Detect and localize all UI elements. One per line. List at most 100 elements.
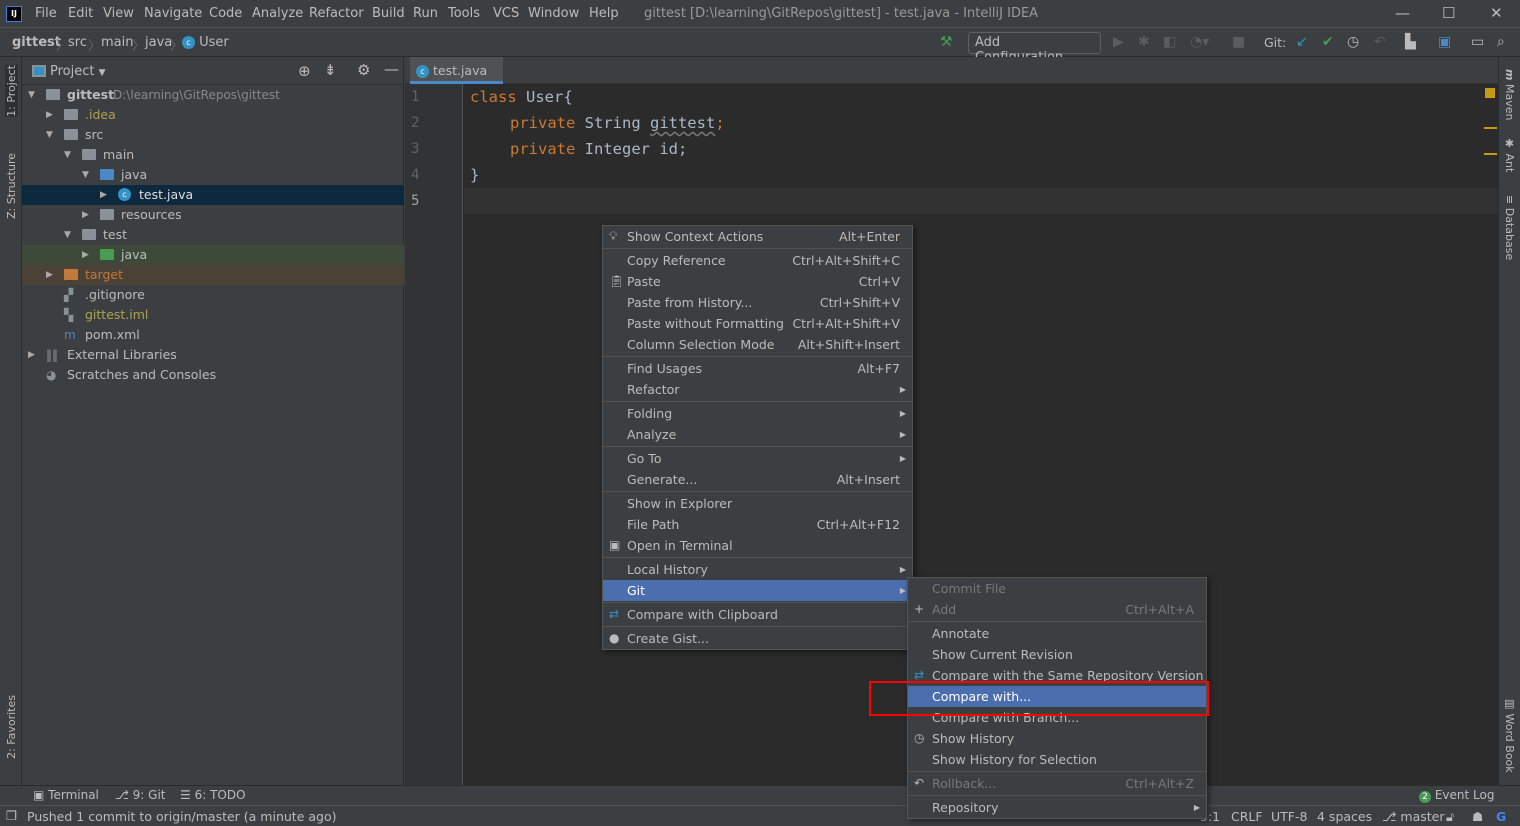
expand-arrow-icon[interactable]: ▼	[64, 225, 71, 245]
maven-tool-tab[interactable]: m Maven	[1503, 69, 1516, 120]
tree-item[interactable]: ▼ test	[22, 225, 404, 245]
expand-arrow-icon[interactable]: ▶	[100, 185, 107, 205]
project-view-dropdown[interactable]: Project ▼	[50, 64, 106, 79]
git-history-icon[interactable]: ◷	[1347, 34, 1359, 50]
menu-item-git[interactable]: Git ▶	[603, 580, 912, 601]
git-tool-tab[interactable]: ⎇ 9: Git	[115, 788, 166, 802]
close-button[interactable]: ✕	[1490, 4, 1503, 22]
inspection-warning-icon[interactable]	[1485, 88, 1495, 98]
project-tool-tab[interactable]: 1: Project	[5, 65, 18, 117]
coverage-icon[interactable]: ◧	[1163, 34, 1176, 50]
tree-item[interactable]: ▼ gittest D:\learning\GitRepos\gittest	[22, 85, 404, 105]
menu-item-show-current-revision[interactable]: Show Current Revision	[908, 644, 1206, 665]
menu-file[interactable]: File	[35, 6, 57, 21]
expand-arrow-icon[interactable]: ▶	[82, 245, 89, 265]
git-update-icon[interactable]: ↙	[1296, 34, 1308, 50]
code-line-1[interactable]: class User{	[470, 88, 573, 106]
menu-item-create-gist[interactable]: ● Create Gist...	[603, 628, 912, 649]
expand-arrow-icon[interactable]: ▶	[46, 265, 53, 285]
menu-item-compare-with-clipboard[interactable]: ⇄ Compare with Clipboard	[603, 604, 912, 625]
maximize-button[interactable]: ☐	[1442, 4, 1455, 22]
menu-code[interactable]: Code	[209, 6, 242, 21]
git-commit-icon[interactable]: ✔	[1322, 34, 1334, 50]
menu-item-show-in-explorer[interactable]: Show in Explorer	[603, 493, 912, 514]
menu-item-copy-reference[interactable]: Copy Reference Ctrl+Alt+Shift+C	[603, 250, 912, 271]
word-book-tool-tab[interactable]: ▤ Word Book	[1503, 697, 1516, 773]
menu-item-go-to[interactable]: Go To ▶	[603, 448, 912, 469]
warning-stripe[interactable]	[1484, 127, 1497, 129]
menu-item-repository[interactable]: Repository ▶	[908, 797, 1206, 818]
menu-item-show-history-for-selection[interactable]: Show History for Selection	[908, 749, 1206, 770]
add-configuration-button[interactable]: Add Configuration...	[968, 32, 1101, 65]
favorites-tool-tab[interactable]: 2: Favorites	[5, 695, 18, 759]
line-separator[interactable]: CRLF	[1231, 809, 1263, 824]
menu-item-paste-from-history[interactable]: Paste from History... Ctrl+Shift+V	[603, 292, 912, 313]
tree-item[interactable]: ▶ ‖‖ External Libraries	[22, 345, 404, 365]
menu-item-folding[interactable]: Folding ▶	[603, 403, 912, 424]
tree-item[interactable]: ▼ main	[22, 145, 404, 165]
code-line-3[interactable]: private Integer id;	[510, 140, 687, 158]
git-branch-widget[interactable]: ⎇ master	[1382, 809, 1444, 824]
expand-arrow-icon[interactable]: ▼	[64, 145, 71, 165]
hide-icon[interactable]: —	[384, 60, 399, 78]
code-line-4[interactable]: }	[470, 166, 479, 184]
menu-item-rollback[interactable]: ↶ Rollback... Ctrl+Alt+Z	[908, 773, 1206, 794]
inspector-icon[interactable]: ☗	[1472, 809, 1483, 824]
expand-arrow-icon[interactable]: ▶	[82, 205, 89, 225]
translate-icon[interactable]: ▣	[1438, 34, 1451, 50]
toggle-tool-windows-icon[interactable]: ❐	[6, 808, 17, 823]
menu-item-paste-without-formatting[interactable]: Paste without Formatting Ctrl+Alt+Shift+V	[603, 313, 912, 334]
presentation-icon[interactable]: ▭	[1471, 34, 1484, 50]
tree-item[interactable]: ▚ gittest.iml	[22, 305, 404, 325]
expand-arrow-icon[interactable]: ▼	[82, 165, 89, 185]
tree-item[interactable]: ▶ c test.java	[22, 185, 404, 205]
menu-tools[interactable]: Tools	[448, 6, 480, 21]
tree-item[interactable]: ▶ resources	[22, 205, 404, 225]
database-tool-tab[interactable]: ≡ Database	[1503, 195, 1516, 260]
profile-icon[interactable]: ◔▾	[1190, 34, 1209, 50]
code-line-2[interactable]: private String gittest;	[510, 114, 725, 132]
menu-item-commit-file[interactable]: Commit File	[908, 578, 1206, 599]
run-icon[interactable]: ▶	[1113, 34, 1124, 50]
tree-item[interactable]: ◕ Scratches and Consoles	[22, 365, 404, 385]
menu-refactor[interactable]: Refactor	[309, 6, 364, 21]
search-icon[interactable]: ⌕	[1497, 34, 1505, 50]
menu-item-find-usages[interactable]: Find Usages Alt+F7	[603, 358, 912, 379]
tree-item[interactable]: ▼ java	[22, 165, 404, 185]
expand-arrow-icon[interactable]: ▼	[28, 85, 35, 105]
tree-item[interactable]: ▶ .idea	[22, 105, 404, 125]
menu-item-analyze[interactable]: Analyze ▶	[603, 424, 912, 445]
warning-stripe[interactable]	[1484, 153, 1497, 155]
menu-item-show-history[interactable]: ◷ Show History	[908, 728, 1206, 749]
collapse-all-icon[interactable]: ⇟	[324, 61, 337, 79]
menu-navigate[interactable]: Navigate	[144, 6, 202, 21]
git-rollback-icon[interactable]: ↶	[1374, 34, 1386, 50]
breadcrumb-java[interactable]: java	[145, 35, 172, 50]
project-structure-icon[interactable]: ▙	[1405, 34, 1416, 50]
menu-run[interactable]: Run	[413, 6, 438, 21]
event-log-tool-tab[interactable]: 2 Event Log	[1419, 788, 1494, 803]
expand-arrow-icon[interactable]: ▶	[46, 105, 53, 125]
menu-item-local-history[interactable]: Local History ▶	[603, 559, 912, 580]
locate-icon[interactable]: ⊕	[298, 62, 311, 80]
tree-item[interactable]: ▼ src	[22, 125, 404, 145]
menu-item-refactor[interactable]: Refactor ▶	[603, 379, 912, 400]
structure-tool-tab[interactable]: Z: Structure	[5, 153, 18, 219]
menu-item-generate[interactable]: Generate... Alt+Insert	[603, 469, 912, 490]
menu-analyze[interactable]: Analyze	[252, 6, 303, 21]
menu-item-paste[interactable]: 📋︎ Paste Ctrl+V	[603, 271, 912, 292]
google-icon[interactable]: G	[1496, 809, 1506, 824]
menu-item-add[interactable]: + Add Ctrl+Alt+A	[908, 599, 1206, 620]
ant-tool-tab[interactable]: ✱ Ant	[1503, 137, 1516, 172]
menu-build[interactable]: Build	[372, 6, 405, 21]
menu-item-open-in-terminal[interactable]: ▣ Open in Terminal	[603, 535, 912, 556]
breadcrumb-user[interactable]: c User	[182, 35, 229, 50]
menu-help[interactable]: Help	[589, 6, 619, 21]
stop-icon[interactable]: ■	[1232, 34, 1245, 50]
menu-edit[interactable]: Edit	[68, 6, 93, 21]
lock-icon[interactable]: 🔓︎	[1446, 809, 1454, 825]
gear-icon[interactable]: ⚙	[357, 61, 370, 79]
tree-item[interactable]: ▶ target	[22, 265, 404, 285]
expand-arrow-icon[interactable]: ▶	[28, 345, 35, 365]
tree-item[interactable]: m pom.xml	[22, 325, 404, 345]
